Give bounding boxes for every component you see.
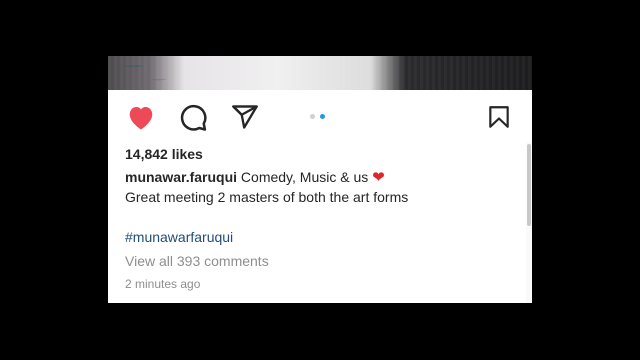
post-timestamp: 2 minutes ago [125, 277, 201, 291]
comment-button[interactable] [176, 100, 210, 134]
carousel-indicator [310, 114, 325, 119]
caption: munawar.faruqui Comedy, Music & us ❤ [125, 168, 515, 187]
view-comments-link[interactable]: View all 393 comments [125, 251, 515, 271]
post-image[interactable] [108, 56, 532, 90]
caption-username[interactable]: munawar.faruqui [125, 169, 237, 185]
like-button[interactable] [124, 100, 158, 134]
caption-text: Comedy, Music & us [237, 169, 373, 185]
bookmark-icon [489, 106, 509, 128]
scrollbar-thumb[interactable] [527, 144, 531, 226]
likes-count[interactable]: 14,842 likes [125, 144, 515, 164]
hashtag-link[interactable]: #munawarfaruqui [125, 227, 515, 247]
carousel-dot [310, 114, 315, 119]
heart-emoji-icon: ❤ [372, 169, 385, 186]
post-meta: 14,842 likes munawar.faruqui Comedy, Mus… [125, 144, 515, 293]
instagram-post: 14,842 likes munawar.faruqui Comedy, Mus… [108, 56, 532, 303]
post-action-bar [108, 90, 532, 142]
save-button[interactable] [482, 100, 516, 134]
heart-filled-icon [129, 107, 153, 130]
carousel-dot-active [320, 114, 325, 119]
caption-line-2: Great meeting 2 masters of both the art … [125, 189, 409, 205]
paper-plane-icon [232, 105, 258, 129]
post-image-texture [108, 56, 532, 90]
comment-bubble-icon [180, 104, 207, 131]
share-button[interactable] [228, 100, 262, 134]
